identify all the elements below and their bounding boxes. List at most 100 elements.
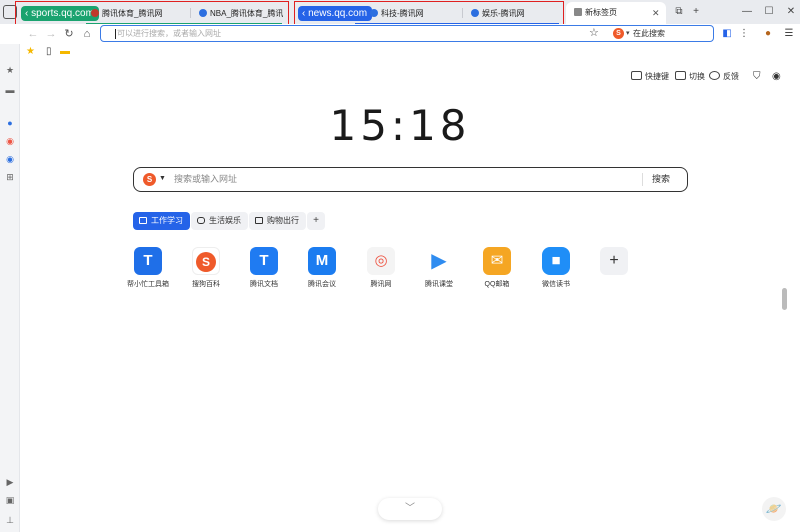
app-tencent-meeting[interactable]: M 腾讯会议 bbox=[292, 247, 352, 290]
plus-icon: + bbox=[600, 247, 628, 275]
close-window-button[interactable]: ✕ bbox=[782, 4, 800, 20]
sogou-icon: S bbox=[196, 252, 216, 272]
tencent-docs-icon: T bbox=[250, 247, 278, 275]
sogou-icon[interactable]: S bbox=[613, 28, 624, 39]
star-icon[interactable]: ★ bbox=[4, 64, 16, 76]
toolbox-icon: T bbox=[134, 247, 162, 275]
tab-group-news[interactable]: ‹ news.qq.com bbox=[298, 6, 373, 21]
tab-label: 娱乐-腾讯网 bbox=[482, 9, 525, 18]
app-label: 腾讯文档 bbox=[250, 281, 278, 288]
tab-group-label: sports.qq.com bbox=[31, 8, 94, 19]
shortcut-label: 快捷键 bbox=[645, 72, 669, 81]
switch-button[interactable]: 切换 bbox=[675, 70, 705, 84]
search-input[interactable]: 搜索或输入网址 bbox=[174, 168, 237, 191]
address-placeholder: 可以进行搜索，或者输入网址 bbox=[117, 29, 221, 38]
briefcase-icon[interactable]: ▣ bbox=[4, 494, 16, 506]
minimize-button[interactable]: — bbox=[738, 4, 756, 20]
back-button[interactable]: ← bbox=[26, 26, 40, 42]
tab-strip: ‹ sports.qq.com 腾讯体育_腾讯网 NBA_腾讯体育_腾讯网_NB… bbox=[0, 0, 800, 30]
chevron-down-icon[interactable]: ▼ bbox=[159, 172, 166, 186]
tencent-meeting-icon: M bbox=[308, 247, 336, 275]
tencent-icon bbox=[199, 9, 207, 17]
tencent-classroom-icon: ▶ bbox=[425, 247, 453, 275]
reload-button[interactable]: ↻ bbox=[62, 26, 76, 42]
scrollbar[interactable] bbox=[782, 288, 787, 310]
app-label: 腾讯会议 bbox=[308, 281, 336, 288]
tencent-icon[interactable]: ◉ bbox=[4, 153, 16, 165]
tencent-icon bbox=[471, 9, 479, 17]
bookmark-star-icon[interactable]: ☆ bbox=[589, 26, 599, 41]
add-category-button[interactable]: + bbox=[307, 212, 325, 230]
tencent-news-icon: ◎ bbox=[367, 247, 395, 275]
app-label: 腾讯网 bbox=[370, 281, 392, 288]
search-button[interactable]: 搜索 bbox=[652, 168, 670, 191]
app-sogou-baike[interactable]: S 搜狗百科 bbox=[176, 247, 236, 290]
new-tab-button[interactable]: + bbox=[687, 4, 705, 20]
app-toolbox[interactable]: T 帮小忙工具箱 bbox=[118, 247, 178, 290]
play-icon[interactable]: ▶ bbox=[4, 476, 16, 488]
avatar[interactable]: ● bbox=[762, 27, 774, 41]
search-box[interactable]: S ▼ 搜索或输入网址 搜索 bbox=[133, 167, 688, 192]
app-wechat-read[interactable]: ■ 微信读书 bbox=[526, 247, 586, 290]
shortcut-button[interactable]: 快捷键 bbox=[631, 70, 669, 84]
skin-icon[interactable]: ⛉ bbox=[753, 70, 761, 84]
mobile-icon[interactable]: ▯ bbox=[46, 46, 52, 58]
translate-icon[interactable]: ◧ bbox=[721, 27, 733, 41]
app-qq-mail[interactable]: ✉ QQ邮箱 bbox=[467, 247, 527, 290]
app-tencent-classroom[interactable]: ▶ 腾讯课堂 bbox=[409, 247, 469, 290]
folder-icon[interactable]: ▬ bbox=[4, 84, 16, 96]
app-label: 搜狗百科 bbox=[192, 281, 220, 288]
chevron-down-icon[interactable]: ▾ bbox=[626, 26, 630, 41]
app-label: 微信读书 bbox=[542, 281, 570, 288]
maximize-button[interactable]: ☐ bbox=[760, 4, 778, 20]
feedback-button[interactable]: 反馈 bbox=[709, 70, 739, 84]
tab-divider bbox=[190, 8, 191, 18]
app-label: QQ邮箱 bbox=[484, 281, 510, 288]
switch-icon bbox=[675, 71, 686, 80]
sogou-icon[interactable]: S bbox=[143, 173, 156, 186]
clock: 15:18 bbox=[329, 101, 471, 150]
tab-new-tab[interactable]: 新标签页 ✕ bbox=[566, 2, 666, 24]
wechat-read-icon: ■ bbox=[542, 247, 570, 275]
toolbar: ← → ↻ ⌂ 可以进行搜索，或者输入网址 ☆ S ▾ 在此搜索 ◧ ⋮ ● ☰ bbox=[0, 24, 800, 44]
tencent-icon bbox=[370, 9, 378, 17]
category-tab-work[interactable]: 工作学习 bbox=[133, 212, 190, 230]
tencent-sports-icon bbox=[91, 9, 99, 17]
app-tencent-docs[interactable]: T 腾讯文档 bbox=[234, 247, 294, 290]
more-vertical-icon[interactable]: ⋮ bbox=[738, 27, 750, 41]
bookmarks-bar: ★ ▯ ▬ bbox=[20, 44, 800, 60]
briefcase-icon bbox=[139, 217, 147, 224]
text-cursor bbox=[115, 29, 116, 39]
app-label: 腾讯课堂 bbox=[425, 281, 453, 288]
search-engine-label[interactable]: 在此搜索 bbox=[633, 26, 665, 41]
scroll-down-button[interactable]: ﹀ bbox=[378, 498, 442, 520]
shopping-bag-icon bbox=[255, 217, 263, 224]
folder-icon[interactable]: ▬ bbox=[60, 46, 70, 58]
app-tencent-news[interactable]: ◎ 腾讯网 bbox=[351, 247, 411, 290]
address-bar[interactable]: 可以进行搜索，或者输入网址 ☆ S ▾ 在此搜索 bbox=[100, 25, 714, 42]
star-icon[interactable]: ★ bbox=[26, 46, 35, 58]
tab-label: NBA_腾讯体育_腾讯网_NB bbox=[210, 9, 283, 18]
category-tab-shopping[interactable]: 购物出行 bbox=[249, 212, 306, 230]
tab-group-sports[interactable]: ‹ sports.qq.com bbox=[21, 6, 99, 21]
category-tab-life[interactable]: 生活娱乐 bbox=[191, 212, 248, 230]
tab-tech[interactable]: 科技-腾讯网 bbox=[370, 4, 460, 23]
menu-icon[interactable]: ☰ bbox=[783, 27, 795, 41]
add-app-button[interactable]: + bbox=[584, 247, 644, 275]
home-button[interactable]: ⌂ bbox=[80, 26, 94, 42]
tab-group-label: news.qq.com bbox=[308, 8, 368, 19]
tab-entertainment[interactable]: 娱乐-腾讯网 bbox=[471, 4, 559, 23]
switch-label: 切换 bbox=[689, 72, 705, 81]
category-label: 生活娱乐 bbox=[209, 216, 241, 225]
tab-search-icon[interactable]: ⧉ bbox=[670, 4, 688, 20]
tab-sports[interactable]: 腾讯体育_腾讯网 bbox=[91, 4, 187, 23]
planet-icon[interactable]: 🪐 bbox=[762, 497, 786, 521]
gamepad-icon bbox=[197, 217, 205, 224]
add-icon[interactable]: ⊞ bbox=[4, 171, 16, 183]
pin-icon[interactable]: ⊥ bbox=[4, 514, 16, 526]
tab-divider bbox=[462, 8, 463, 18]
tab-nba[interactable]: NBA_腾讯体育_腾讯网_NB bbox=[199, 4, 283, 23]
close-tab-icon[interactable]: ✕ bbox=[652, 2, 660, 24]
forward-button[interactable]: → bbox=[44, 26, 58, 42]
eye-icon[interactable]: ◉ bbox=[772, 70, 781, 84]
